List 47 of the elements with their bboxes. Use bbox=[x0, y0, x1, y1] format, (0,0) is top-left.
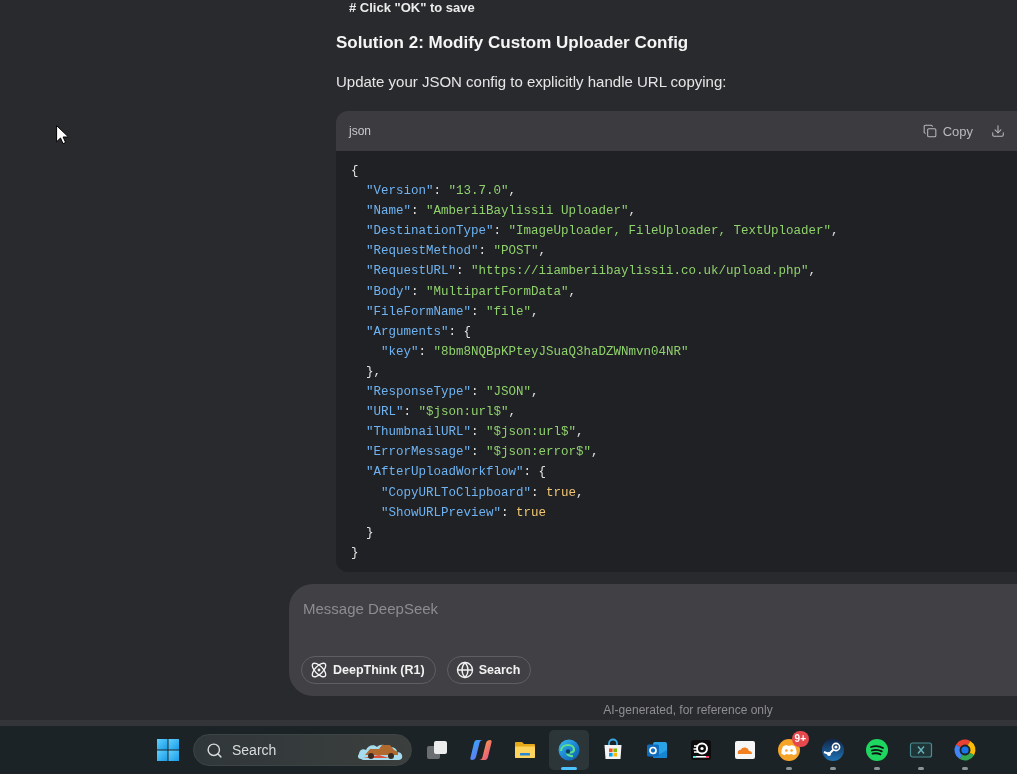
disc-tile-icon bbox=[689, 738, 713, 762]
swirl-icon bbox=[469, 738, 493, 762]
code-line: "DestinationType": "ImageUploader, FileUploader, TextUploader", bbox=[365, 223, 839, 241]
code-line: "Arguments": { bbox=[365, 323, 472, 341]
code-line: "AfterUploadWorkflow": { bbox=[365, 464, 547, 482]
wave-circle-icon bbox=[557, 738, 581, 762]
overlapping-squares-icon bbox=[425, 738, 449, 762]
copy-icon bbox=[922, 124, 937, 138]
disclaimer-text: AI-generated, for reference only bbox=[603, 701, 773, 718]
colorful-ring-icon bbox=[953, 738, 977, 762]
notification-badge: 9+ bbox=[791, 731, 809, 747]
code-line: }, bbox=[365, 363, 381, 381]
message-input-field[interactable]: Message DeepSeek DeepThink (R1) Search bbox=[289, 583, 1017, 696]
download-icon bbox=[991, 124, 1005, 138]
code-language-label: json bbox=[349, 124, 371, 138]
code-line: "ShowURLPreview": true bbox=[380, 504, 547, 522]
piston-circle-icon bbox=[821, 738, 845, 762]
section-heading: Solution 2: Modify Custom Uploader Config bbox=[336, 32, 689, 54]
search-icon bbox=[206, 741, 223, 759]
code-line: "FileFormName": "file", bbox=[365, 303, 539, 321]
code-line: "CopyURLToClipboard": true, bbox=[380, 484, 584, 502]
taskbar-app-button[interactable]: 9+ bbox=[769, 730, 809, 770]
code-line: "ThumbnailURL": "$json:url$", bbox=[365, 424, 584, 442]
code-line: { bbox=[351, 163, 359, 180]
code-line: "URL": "$json:url$", bbox=[365, 404, 517, 422]
cloud-tile-icon bbox=[733, 738, 757, 762]
download-button[interactable] bbox=[991, 124, 1005, 138]
code-line: "ResponseType": "JSON", bbox=[365, 384, 539, 402]
code-line: } bbox=[365, 524, 374, 542]
instruction-text: # Click "OK" to save bbox=[349, 0, 475, 15]
globe-icon bbox=[455, 660, 474, 679]
taskbar-search-box[interactable]: Search bbox=[193, 734, 412, 766]
atom-icon bbox=[310, 660, 328, 679]
code-line: "RequestMethod": "POST", bbox=[365, 243, 547, 261]
four-squares-icon bbox=[157, 739, 179, 761]
code-line: "Name": "AmberiiBaylissii Uploader", bbox=[365, 203, 637, 221]
sound-waves-circle-icon bbox=[865, 738, 889, 762]
code-line: "ErrorMessage": "$json:error$", bbox=[365, 444, 599, 462]
code-line: } bbox=[351, 544, 359, 562]
taskbar-app-button[interactable] bbox=[549, 730, 589, 770]
copy-button[interactable]: Copy bbox=[922, 123, 973, 139]
body-text: Update your JSON config to explicitly handle URL copying: bbox=[336, 72, 727, 92]
code-line: "RequestURL": "https://iiamberiibaylissii.co.uk/upload.php", bbox=[365, 263, 817, 281]
mouse-pointer-icon bbox=[56, 125, 68, 144]
code-line: "key": "8bm8NQBpKPteyJSuaQ3haDZWNmvn04NR" bbox=[380, 343, 689, 361]
code-line: "Version": "13.7.0", bbox=[365, 183, 517, 201]
code-line: "Body": "MultipartFormData", bbox=[365, 283, 577, 301]
